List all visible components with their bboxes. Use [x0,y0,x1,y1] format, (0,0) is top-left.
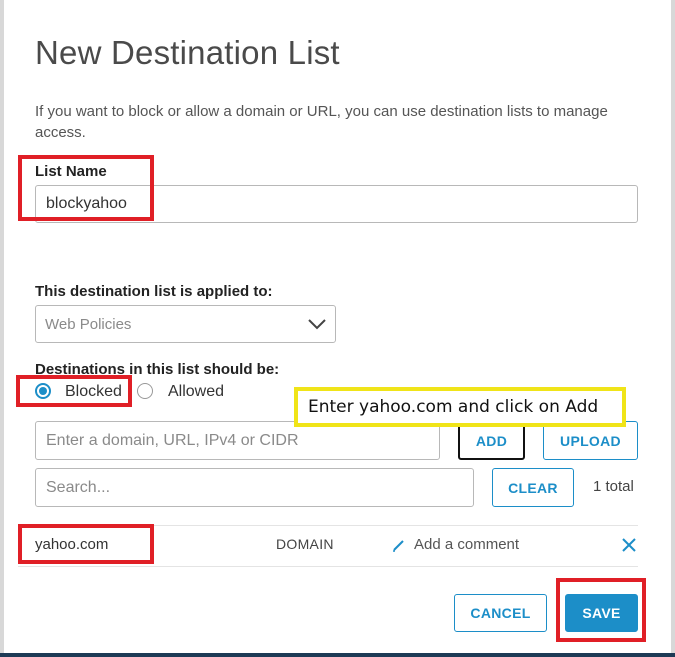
list-name-label: List Name [35,163,107,180]
entry-destination: yahoo.com [35,536,109,553]
applied-to-selected: Web Policies [45,315,132,333]
entries-total: 1 total [593,478,634,495]
list-name-value: blockyahoo [46,195,127,212]
destination-input-placeholder: Enter a domain, URL, IPv4 or CIDR [46,431,299,449]
table-row-top-divider [18,525,638,526]
close-icon[interactable] [621,537,637,553]
panel-right-edge [671,0,675,657]
list-name-input[interactable]: blockyahoo [35,185,638,223]
add-comment-label: Add a comment [414,536,520,553]
search-input-placeholder: Search... [46,478,111,496]
table-row-bottom-divider [18,566,638,567]
search-input[interactable]: Search... [35,468,474,507]
bottom-bar [0,653,675,657]
dialog-title: New Destination List [35,34,340,71]
entry-type: DOMAIN [276,536,334,552]
instruction-callout: Enter yahoo.com and click on Add [294,387,626,427]
applied-to-select[interactable]: Web Policies [35,305,336,343]
instruction-callout-text: Enter yahoo.com and click on Add [308,397,599,417]
add-comment-link[interactable]: Add a comment [392,536,519,553]
radio-allowed[interactable] [137,383,153,399]
cancel-button[interactable]: CANCEL [454,594,547,632]
panel-left-edge [0,0,4,657]
chevron-down-icon [308,319,326,330]
destinations-label: Destinations in this list should be: [35,361,280,378]
applied-to-label: This destination list is applied to: [35,283,273,300]
radio-blocked-label: Blocked [65,383,122,400]
pencil-icon [393,539,404,552]
dialog-intro: If you want to block or allow a domain o… [35,103,608,141]
radio-allowed-label: Allowed [168,383,225,400]
radio-blocked[interactable] [35,383,51,399]
clear-button[interactable]: CLEAR [492,468,574,507]
save-button[interactable]: SAVE [565,594,638,632]
